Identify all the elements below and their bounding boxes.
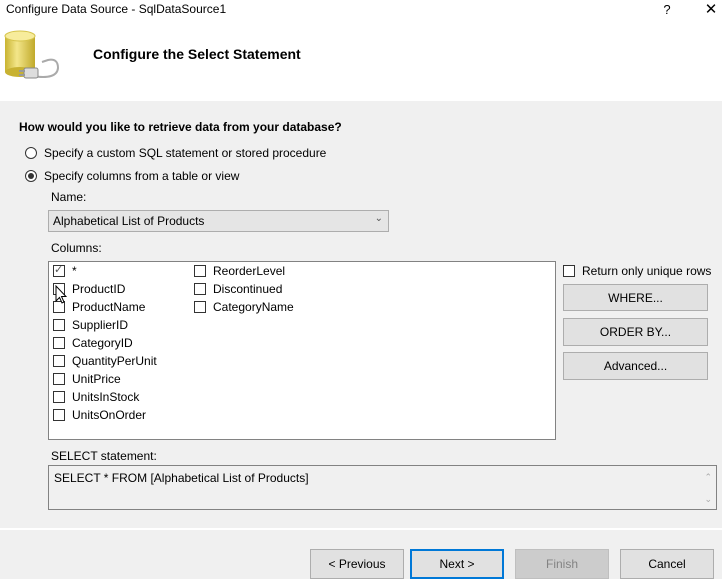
previous-button[interactable]: < Previous xyxy=(310,549,404,579)
column-item[interactable]: CategoryName xyxy=(194,298,294,316)
column-item[interactable]: UnitsOnOrder xyxy=(53,406,146,424)
footer-separator xyxy=(0,528,722,530)
column-item[interactable]: SupplierID xyxy=(53,316,128,334)
order-by-button[interactable]: ORDER BY... xyxy=(563,318,708,346)
name-dropdown-value: Alphabetical List of Products xyxy=(53,214,205,228)
database-plug-icon xyxy=(4,30,60,79)
column-label: ProductID xyxy=(72,282,126,296)
column-label: ReorderLevel xyxy=(213,264,286,278)
columns-label: Columns: xyxy=(51,241,102,255)
name-label: Name: xyxy=(51,190,87,204)
scroll-up-icon[interactable]: ⌃ xyxy=(704,472,712,483)
checkbox[interactable] xyxy=(53,391,65,403)
unique-rows-checkbox[interactable]: Return only unique rows xyxy=(563,262,711,280)
column-label: CategoryID xyxy=(72,336,133,350)
scroll-down-icon[interactable]: ⌄ xyxy=(704,494,712,505)
name-dropdown[interactable]: Alphabetical List of Products ⌄ xyxy=(48,210,389,232)
checkbox[interactable] xyxy=(194,283,206,295)
help-button[interactable]: ? xyxy=(657,0,677,20)
select-statement-text: SELECT * FROM [Alphabetical List of Prod… xyxy=(54,471,309,485)
radio-specify-columns[interactable]: Specify columns from a table or view xyxy=(25,167,239,185)
column-item[interactable]: ReorderLevel xyxy=(194,262,285,280)
select-statement-label: SELECT statement: xyxy=(51,449,157,463)
column-item[interactable]: Discontinued xyxy=(194,280,282,298)
radio-custom-sql[interactable]: Specify a custom SQL statement or stored… xyxy=(25,144,326,162)
radio-button[interactable] xyxy=(25,170,37,182)
retrieve-question: How would you like to retrieve data from… xyxy=(19,120,342,134)
column-label: Discontinued xyxy=(213,282,283,296)
column-label: * xyxy=(72,264,77,278)
unique-rows-label: Return only unique rows xyxy=(582,264,712,278)
radio-label: Specify a custom SQL statement or stored… xyxy=(44,146,327,160)
column-label: UnitsOnOrder xyxy=(72,408,147,422)
column-label: CategoryName xyxy=(213,300,294,314)
close-button[interactable]: ✕ xyxy=(700,0,722,20)
columns-list[interactable]: * ProductID ProductName SupplierID Categ… xyxy=(48,261,556,440)
advanced-button[interactable]: Advanced... xyxy=(563,352,708,380)
column-label: QuantityPerUnit xyxy=(72,354,157,368)
column-item[interactable]: UnitPrice xyxy=(53,370,121,388)
checkbox[interactable] xyxy=(53,355,65,367)
column-item[interactable]: CategoryID xyxy=(53,334,133,352)
column-item[interactable]: QuantityPerUnit xyxy=(53,352,157,370)
checkbox[interactable] xyxy=(53,373,65,385)
checkbox[interactable] xyxy=(53,409,65,421)
column-label: SupplierID xyxy=(72,318,129,332)
select-statement-textbox[interactable]: SELECT * FROM [Alphabetical List of Prod… xyxy=(48,465,717,510)
radio-label: Specify columns from a table or view xyxy=(44,169,240,183)
page-title: Configure the Select Statement xyxy=(93,46,301,62)
checkbox[interactable] xyxy=(53,263,65,277)
column-label: ProductName xyxy=(72,300,146,314)
cancel-button[interactable]: Cancel xyxy=(620,549,714,579)
column-item[interactable]: * xyxy=(53,262,77,280)
checkbox[interactable] xyxy=(194,265,206,277)
column-item[interactable]: UnitsInStock xyxy=(53,388,139,406)
chevron-down-icon: ⌄ xyxy=(374,213,383,224)
checkbox[interactable] xyxy=(53,319,65,331)
checkbox[interactable] xyxy=(194,301,206,313)
mouse-cursor-icon xyxy=(55,285,67,304)
window-title: Configure Data Source - SqlDataSource1 xyxy=(6,2,227,16)
checkbox[interactable] xyxy=(53,337,65,349)
where-button[interactable]: WHERE... xyxy=(563,284,708,311)
next-button[interactable]: Next > xyxy=(410,549,504,579)
column-label: UnitsInStock xyxy=(72,390,140,404)
checkbox[interactable] xyxy=(563,265,575,277)
column-label: UnitPrice xyxy=(72,372,121,386)
finish-button[interactable]: Finish xyxy=(515,549,609,579)
radio-button[interactable] xyxy=(25,147,37,159)
